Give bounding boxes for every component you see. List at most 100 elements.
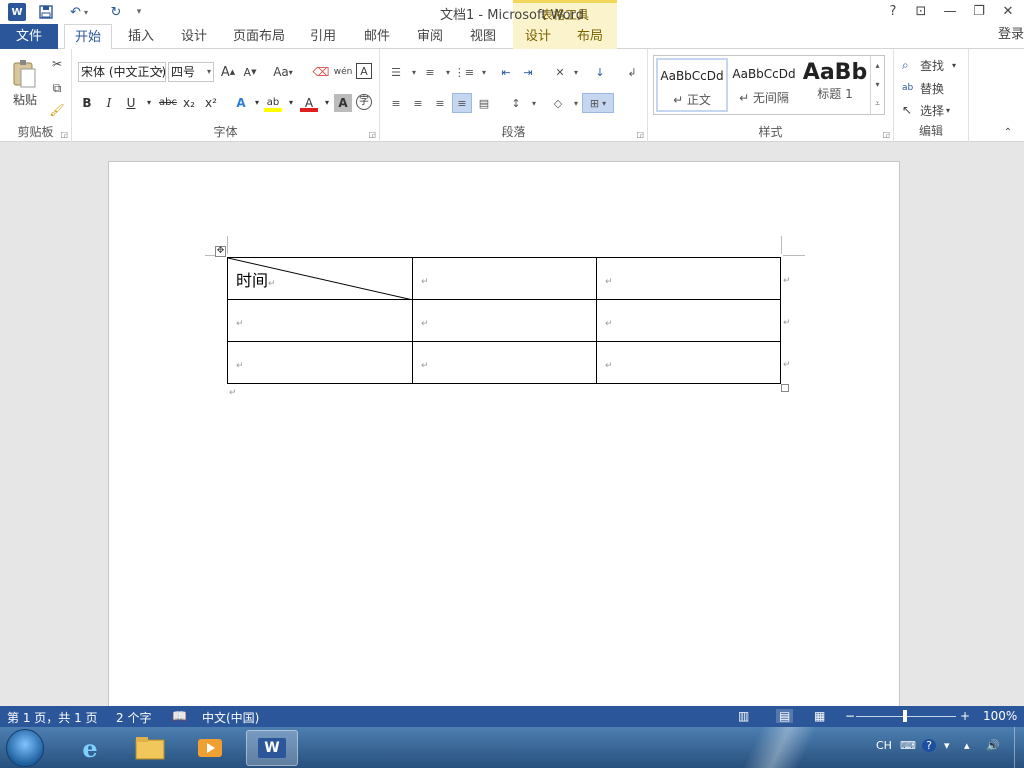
table-cell[interactable]: ↵ bbox=[596, 341, 781, 384]
repeat-icon[interactable]: ↻ bbox=[106, 3, 126, 21]
borders-button[interactable]: ⊞ ▾ bbox=[582, 93, 614, 113]
close-button[interactable]: ✕ bbox=[997, 2, 1019, 22]
styles-scroller[interactable]: ▴ ▾ ⩡ bbox=[870, 56, 884, 114]
media-player-icon[interactable] bbox=[184, 730, 236, 766]
clipboard-launcher-icon[interactable]: ◲ bbox=[60, 130, 68, 139]
find-button[interactable]: ⌕ 查找 ▾ bbox=[902, 55, 956, 75]
tab-file[interactable]: 文件 bbox=[0, 24, 58, 49]
help-button[interactable]: ? bbox=[882, 2, 904, 22]
styles-launcher-icon[interactable]: ◲ bbox=[882, 130, 890, 139]
more-styles-icon[interactable]: ⩡ bbox=[875, 99, 880, 109]
tab-table-design[interactable]: 设计 bbox=[517, 24, 559, 49]
select-button[interactable]: ↖ 选择 ▾ bbox=[902, 100, 950, 120]
word-count[interactable]: 2 个字 bbox=[116, 709, 151, 726]
page-count[interactable]: 第 1 页，共 1 页 bbox=[7, 709, 98, 726]
bullets-icon[interactable]: ☰ bbox=[386, 62, 406, 82]
file-explorer-icon[interactable] bbox=[124, 730, 176, 766]
zoom-level[interactable]: 100% bbox=[983, 709, 1017, 723]
strikethrough-button[interactable]: abc bbox=[156, 94, 180, 112]
web-layout-icon[interactable]: ▦ bbox=[814, 709, 825, 723]
chevron-down-icon[interactable]: ▾ bbox=[566, 62, 586, 82]
save-icon[interactable] bbox=[38, 3, 54, 21]
tab-references[interactable]: 引用 bbox=[302, 24, 344, 49]
tab-design[interactable]: 设计 bbox=[173, 24, 215, 49]
read-mode-icon[interactable]: ▥ bbox=[738, 709, 749, 723]
font-launcher-icon[interactable]: ◲ bbox=[368, 130, 376, 139]
italic-button[interactable]: I bbox=[100, 94, 118, 112]
cut-icon[interactable]: ✂ bbox=[48, 55, 66, 73]
align-right-icon[interactable]: ≡ bbox=[430, 93, 450, 113]
tab-view[interactable]: 视图 bbox=[462, 24, 504, 49]
zoom-slider-thumb[interactable] bbox=[903, 710, 907, 722]
scroll-down-icon[interactable]: ▾ bbox=[875, 80, 879, 89]
table-move-handle-icon[interactable]: ✥ bbox=[215, 246, 226, 257]
font-name-combo[interactable]: 宋体 (中文正文) ▾ bbox=[78, 62, 166, 82]
language-indicator[interactable]: 中文(中国) bbox=[202, 709, 259, 726]
format-painter-icon[interactable]: 🖌 bbox=[48, 101, 66, 119]
print-layout-icon[interactable]: ▤ bbox=[776, 709, 794, 723]
show-desktop-button[interactable] bbox=[1014, 727, 1024, 768]
help-tray-icon[interactable]: ? bbox=[922, 739, 936, 752]
style-normal[interactable]: AaBbCcDd ↵ 正文 bbox=[656, 58, 728, 112]
table-cell-diagonal[interactable]: 时间↵ bbox=[227, 257, 413, 300]
chevron-down-icon[interactable]: ▾ bbox=[474, 62, 494, 82]
table-resize-handle[interactable] bbox=[781, 384, 789, 392]
start-button[interactable] bbox=[6, 729, 44, 767]
multilevel-list-icon[interactable]: ⋮≡ bbox=[454, 62, 474, 82]
customize-quick-access-icon[interactable]: ▾ bbox=[132, 3, 146, 21]
justify-icon[interactable]: ≡ bbox=[452, 93, 472, 113]
line-spacing-icon[interactable]: ↕ bbox=[506, 93, 526, 113]
undo-icon[interactable]: ↶ ▾ bbox=[66, 3, 92, 21]
input-language[interactable]: CH bbox=[876, 739, 892, 752]
replace-button[interactable]: ab 替换 bbox=[902, 78, 944, 98]
ribbon-display-options-button[interactable]: ⊡ bbox=[910, 2, 932, 22]
character-shading-icon[interactable]: A bbox=[334, 94, 352, 112]
tab-page-layout[interactable]: 页面布局 bbox=[228, 24, 290, 49]
shading-icon[interactable]: ◇ bbox=[548, 93, 568, 113]
copy-icon[interactable]: ⧉ bbox=[48, 79, 66, 97]
show-hidden-icons-icon[interactable]: ▴ bbox=[964, 739, 970, 752]
grow-font-button[interactable]: A ▲ bbox=[218, 63, 238, 81]
table-cell[interactable]: ↵ bbox=[412, 299, 597, 342]
show-hide-marks-icon[interactable]: ↲ bbox=[622, 62, 642, 82]
underline-button[interactable]: U bbox=[122, 94, 140, 112]
clear-formatting-icon[interactable]: ⌫ bbox=[312, 63, 330, 81]
table-cell[interactable]: ↵ bbox=[227, 341, 413, 384]
font-size-combo[interactable]: 四号 ▾ bbox=[168, 62, 214, 82]
minimize-button[interactable]: — bbox=[939, 2, 961, 22]
word-app-icon[interactable]: W bbox=[8, 3, 26, 21]
tab-mailings[interactable]: 邮件 bbox=[356, 24, 398, 49]
sign-in-link[interactable]: 登录 bbox=[998, 24, 1024, 46]
enclose-characters-icon[interactable]: 字 bbox=[356, 94, 372, 110]
style-no-spacing[interactable]: AaBbCcDd ↵ 无间隔 bbox=[728, 58, 800, 112]
paragraph-launcher-icon[interactable]: ◲ bbox=[636, 130, 644, 139]
increase-indent-icon[interactable]: ⇥ bbox=[518, 62, 538, 82]
keyboard-icon[interactable]: ⌨ bbox=[900, 739, 916, 752]
document-page[interactable]: ✥ 时间↵ ↵ ↵ ↵ ↵ ↵ ↵ ↵ ↵ ↵ ↵ ↵ ↵ bbox=[108, 161, 900, 721]
style-heading-1[interactable]: AaBb 标题 1 bbox=[800, 58, 870, 112]
decrease-indent-icon[interactable]: ⇤ bbox=[496, 62, 516, 82]
sort-icon[interactable]: ↓ bbox=[590, 62, 610, 82]
tab-insert[interactable]: 插入 bbox=[120, 24, 162, 49]
subscript-button[interactable]: x₂ bbox=[180, 94, 198, 112]
bold-button[interactable]: B bbox=[78, 94, 96, 112]
superscript-button[interactable]: x² bbox=[202, 94, 220, 112]
table-cell[interactable]: ↵ bbox=[412, 257, 597, 300]
align-center-icon[interactable]: ≡ bbox=[408, 93, 428, 113]
internet-explorer-icon[interactable]: e bbox=[64, 730, 116, 766]
tab-home[interactable]: 开始 bbox=[64, 24, 112, 50]
chevron-down-icon[interactable]: ▾ bbox=[524, 93, 544, 113]
shrink-font-button[interactable]: A ▼ bbox=[240, 63, 260, 81]
volume-icon[interactable]: 🔊 bbox=[986, 739, 1000, 752]
chevron-down-icon[interactable]: ▾ bbox=[282, 94, 300, 112]
document-table[interactable]: 时间↵ ↵ ↵ ↵ ↵ ↵ ↵ ↵ ↵ bbox=[227, 257, 781, 384]
zoom-in-icon[interactable]: + bbox=[960, 709, 970, 723]
scroll-up-icon[interactable]: ▴ bbox=[875, 61, 879, 70]
tab-table-layout[interactable]: 布局 bbox=[569, 24, 611, 49]
ime-options-icon[interactable]: ▾ bbox=[944, 739, 950, 752]
distributed-icon[interactable]: ▤ bbox=[474, 93, 494, 113]
font-color-icon[interactable]: A bbox=[300, 94, 318, 112]
table-cell[interactable]: ↵ bbox=[596, 299, 781, 342]
table-cell[interactable]: ↵ bbox=[596, 257, 781, 300]
restore-button[interactable]: ❐ bbox=[968, 2, 990, 22]
